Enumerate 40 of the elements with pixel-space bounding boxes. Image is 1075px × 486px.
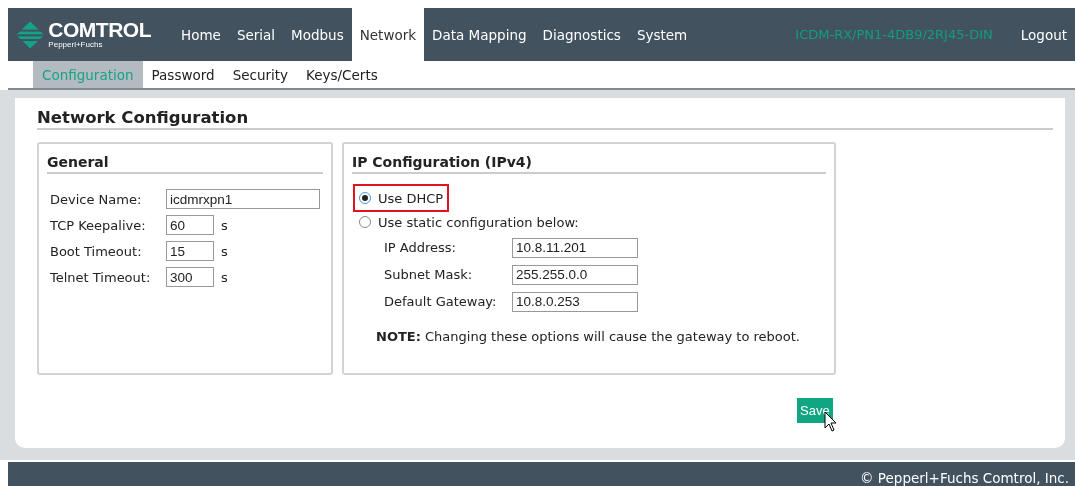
input-field[interactable]: 300 (166, 267, 214, 287)
nav-tab[interactable]: Network (351, 8, 425, 61)
panel-title: IP Configuration (IPv4) (352, 154, 826, 174)
input-field[interactable]: 15 (166, 241, 214, 261)
device-model: ICDM-RX/PN1-4DB9/2RJ45-DIN (795, 26, 993, 44)
subnav-tab[interactable]: Keys/Certs (297, 61, 387, 88)
input-field[interactable]: 60 (166, 215, 214, 235)
nav-tab[interactable]: Home (173, 8, 229, 61)
nav-tab[interactable]: Diagnostics (534, 8, 629, 61)
input-field[interactable]: icdmrxpn1 (166, 189, 320, 209)
input-field[interactable]: 10.8.0.253 (512, 291, 638, 312)
nav-tab[interactable]: System (628, 8, 696, 61)
input-field[interactable]: 10.8.11.201 (512, 237, 638, 258)
subnav-tab[interactable]: Security (223, 61, 298, 88)
unit-label: s (221, 243, 228, 259)
radio-option[interactable]: Use DHCP (355, 186, 448, 210)
panel-title: General (47, 154, 323, 174)
field-label: Device Name: (50, 191, 143, 207)
radio-option[interactable]: Use static configuration below: (355, 210, 583, 234)
radio-icon[interactable] (359, 216, 371, 228)
unit-label: s (221, 269, 228, 285)
nav-tab[interactable]: Modbus (283, 8, 352, 61)
field-label: Telnet Timeout: (50, 269, 152, 285)
field-label: Boot Timeout: (50, 243, 143, 259)
field-label: Default Gateway: (384, 294, 498, 309)
logo-name: COMTROL (48, 20, 151, 40)
page-title: Network Configuration (37, 108, 1053, 130)
radio-icon[interactable] (359, 192, 371, 204)
subnav-tab[interactable]: Password (142, 61, 224, 88)
logout-link[interactable]: Logout (1020, 8, 1067, 61)
copyright-text: © Pepperl+Fuchs Comtrol, Inc. (860, 470, 1069, 486)
nav-tab[interactable]: Serial (228, 8, 284, 61)
input-field[interactable]: 255.255.0.0 (512, 264, 638, 285)
logo-tagline: Pepperl+Fuchs (48, 40, 104, 49)
note-text: NOTE: Changing these options will cause the gateway to reboot. (375, 329, 801, 344)
nav-tab[interactable]: Data Mapping (424, 8, 535, 61)
unit-label: s (221, 217, 228, 233)
field-label: Subnet Mask: (384, 267, 474, 282)
field-label: IP Address: (384, 240, 457, 255)
field-label: TCP Keepalive: (50, 217, 147, 233)
